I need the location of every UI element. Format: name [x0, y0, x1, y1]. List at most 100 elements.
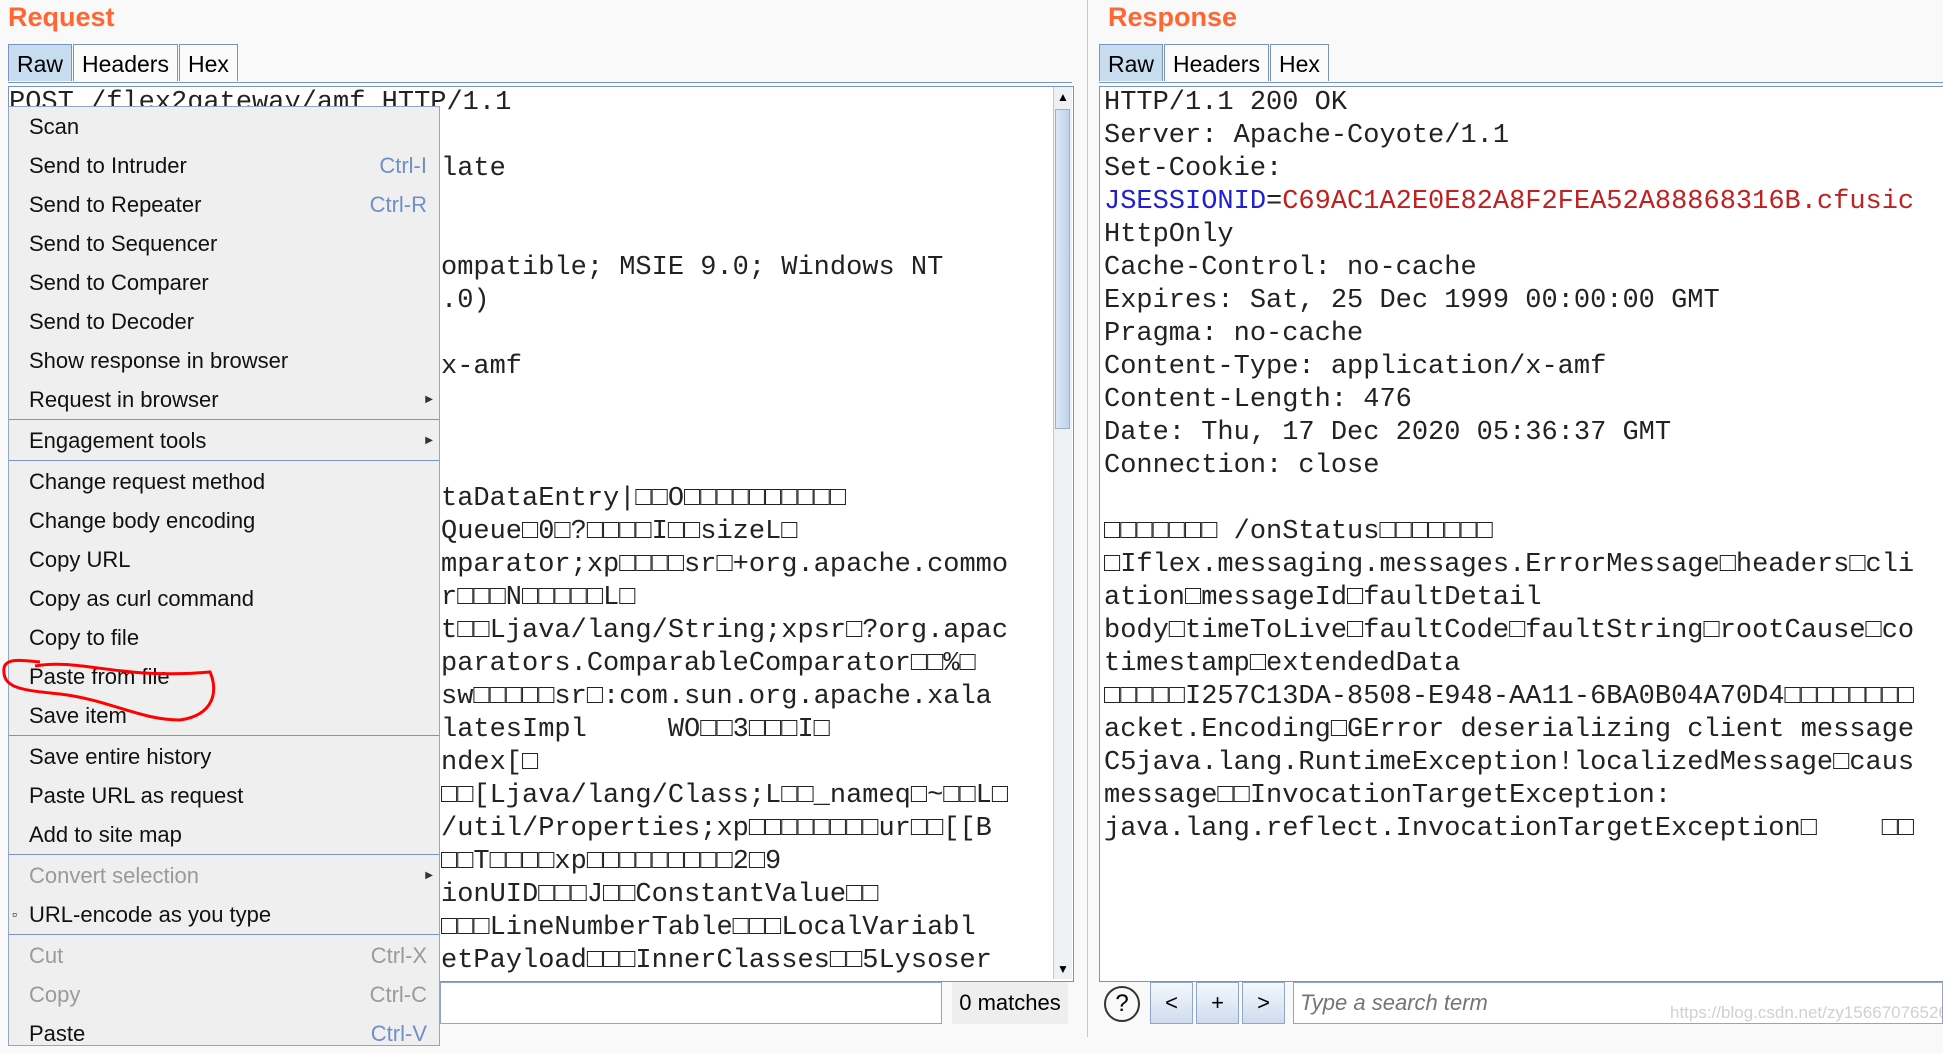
response-line: ation□messageId□faultDetail [1104, 583, 1542, 613]
response-line: □Iflex.messaging.messages.ErrorMessage□h… [1104, 550, 1915, 580]
response-line: HttpOnly [1104, 220, 1234, 250]
response-line: □□□□□I257C13DA-8508-E948-AA11-6BA0B04A70… [1104, 682, 1915, 712]
shortcut-label: Ctrl-R [369, 192, 427, 217]
menu-item-send-to-sequencer[interactable]: Send to Sequencer [9, 224, 439, 263]
cookie-equals: = [1266, 187, 1283, 217]
request-scrollbar[interactable]: ▲ ▼ [1053, 87, 1072, 979]
menu-item-cut: Cut Ctrl-X [9, 936, 439, 975]
menu-item-save-entire-history[interactable]: Save entire history [9, 737, 439, 776]
response-line: java.lang.reflect.InvocationTargetExcept… [1104, 814, 1915, 844]
request-line: etPayload□□□InnerClasses□□5Lysoser [441, 946, 992, 976]
menu-item-send-to-intruder[interactable]: Send to Intruder Ctrl-I [9, 146, 439, 185]
menu-item-label: URL-encode as you type [29, 902, 272, 927]
menu-item-add-to-site-map[interactable]: Add to site map [9, 815, 439, 854]
shortcut-label: Ctrl-I [379, 153, 427, 178]
menu-item-label: Copy [29, 982, 81, 1007]
response-line: Content-Length: 476 [1104, 385, 1412, 415]
menu-item-label: Engagement tools [29, 428, 207, 453]
response-tab-raw[interactable]: Raw [1099, 44, 1164, 81]
submenu-arrow-icon: ▶ [425, 394, 433, 405]
red-annotation-circle [2, 658, 216, 722]
menu-item-label: Save entire history [29, 744, 212, 769]
request-tab-headers[interactable]: Headers [73, 44, 178, 81]
response-line: acket.Encoding□GError deserializing clie… [1104, 715, 1915, 745]
scroll-down-icon[interactable]: ▼ [1054, 959, 1072, 979]
response-title: Response [1108, 2, 1238, 32]
response-line: □□□□□□□ /onStatus□□□□□□□ [1104, 517, 1493, 547]
menu-item-label: Send to Repeater [29, 192, 202, 217]
scroll-up-icon[interactable]: ▲ [1054, 87, 1072, 107]
request-tab-hex[interactable]: Hex [178, 44, 238, 81]
menu-item-label: Cut [29, 943, 64, 968]
menu-item-label: Copy URL [29, 547, 131, 572]
menu-item-send-to-comparer[interactable]: Send to Comparer [9, 263, 439, 302]
search-next-button[interactable]: > [1242, 982, 1285, 1024]
menu-item-show-response-in-browser[interactable]: Show response in browser [9, 341, 439, 380]
checkbox-icon[interactable]: ▫ [12, 895, 17, 934]
request-line: late [441, 154, 506, 184]
cookie-value: C69AC1A2E0E82A8F2FEA52A88868316B.cfusic [1282, 187, 1915, 217]
context-menu: Scan Send to Intruder Ctrl-I Send to Repeat… [8, 106, 440, 1046]
menu-item-scan[interactable]: Scan [9, 107, 439, 146]
menu-item-request-in-browser[interactable]: Request in browser ▶ [9, 380, 439, 419]
watermark: https://blog.csdn.net/zy15667076526 [1670, 1003, 1943, 1022]
menu-item-copy-as-curl-command[interactable]: Copy as curl command [9, 579, 439, 618]
response-line: Date: Thu, 17 Dec 2020 05:36:37 GMT [1104, 418, 1672, 448]
response-tab-hex[interactable]: Hex [1269, 44, 1329, 81]
response-line: Set-Cookie: [1104, 154, 1283, 184]
request-tab-raw[interactable]: Raw [8, 44, 73, 81]
request-line: t□□Ljava/lang/String;xpsr□?org.apac [441, 616, 1009, 646]
response-tab-headers[interactable]: Headers [1164, 44, 1269, 81]
menu-item-paste[interactable]: Paste Ctrl-V [9, 1014, 439, 1053]
response-line: Content-Type: application/x-amf [1104, 352, 1607, 382]
menu-item-change-body-encoding[interactable]: Change body encoding [9, 501, 439, 540]
menu-item-change-request-method[interactable]: Change request method [9, 462, 439, 501]
response-line: timestamp□extendedData [1104, 649, 1461, 679]
cookie-name: JSESSIONID [1104, 187, 1267, 217]
request-title: Request [8, 2, 115, 32]
menu-item-copy: Copy Ctrl-C [9, 975, 439, 1014]
menu-item-label: Add to site map [29, 822, 182, 847]
response-editor[interactable]: HTTP/1.1 200 OK Server: Apache-Coyote/1.1… [1099, 86, 1943, 982]
menu-item-send-to-decoder[interactable]: Send to Decoder [9, 302, 439, 341]
response-tabs: Raw Headers Hex [1099, 44, 1330, 82]
request-line: latesImpl WO□□3□□□I□ [441, 715, 830, 745]
help-icon[interactable]: ? [1104, 986, 1140, 1022]
menu-item-label: Paste URL as request [29, 783, 244, 808]
menu-item-label: Scan [29, 114, 80, 139]
request-line: Queue□0□?□□□□I□□sizeL□ [441, 517, 798, 547]
request-line: taDataEntry|□□O□□□□□□□□□□ [441, 484, 847, 514]
shortcut-label: Ctrl-C [369, 982, 427, 1007]
submenu-arrow-icon: ▶ [425, 435, 433, 446]
menu-item-paste-url-as-request[interactable]: Paste URL as request [9, 776, 439, 815]
menu-item-label: Change body encoding [29, 508, 256, 533]
search-prev-button[interactable]: < [1150, 982, 1193, 1024]
response-line: body□timeToLive□faultCode□faultString□ro… [1104, 616, 1915, 646]
request-line: .0) [441, 286, 490, 316]
request-line: □□T□□□□xp□□□□□□□□□2□9 [441, 847, 782, 877]
menu-item-label: Send to Decoder [29, 309, 195, 334]
request-line: □□□LineNumberTable□□□LocalVariabl [441, 913, 976, 943]
menu-item-copy-url[interactable]: Copy URL [9, 540, 439, 579]
menu-item-engagement-tools[interactable]: Engagement tools ▶ [9, 421, 439, 460]
request-tab-divider [8, 82, 1072, 83]
request-line: /util/Properties;xp□□□□□□□□ur□□[[B [441, 814, 992, 844]
scrollbar-thumb[interactable] [1055, 109, 1070, 429]
shortcut-label: Ctrl-V [370, 1021, 427, 1046]
menu-item-label: Show response in browser [29, 348, 289, 373]
response-line: C5java.lang.RuntimeException!localizedMe… [1104, 748, 1915, 778]
menu-item-label: Convert selection [29, 863, 199, 888]
menu-item-label: Send to Comparer [29, 270, 209, 295]
search-add-button[interactable]: + [1196, 982, 1239, 1024]
request-line: ndex[□ [441, 748, 539, 778]
menu-item-url-encode-as-you-type[interactable]: ▫ URL-encode as you type [9, 895, 439, 934]
request-line: ionUID□□□J□□ConstantValue□□ [441, 880, 879, 910]
menu-item-send-to-repeater[interactable]: Send to Repeater Ctrl-R [9, 185, 439, 224]
menu-item-label: Request in browser [29, 387, 219, 412]
menu-item-label: Send to Sequencer [29, 231, 218, 256]
request-tabs: Raw Headers Hex [8, 44, 239, 82]
panel-splitter[interactable] [1087, 0, 1088, 1037]
response-tab-divider [1099, 82, 1943, 83]
request-search-input[interactable] [440, 982, 942, 1024]
request-line: □□[Ljava/lang/Class;L□□_nameq□~□□L□ [441, 781, 1009, 811]
